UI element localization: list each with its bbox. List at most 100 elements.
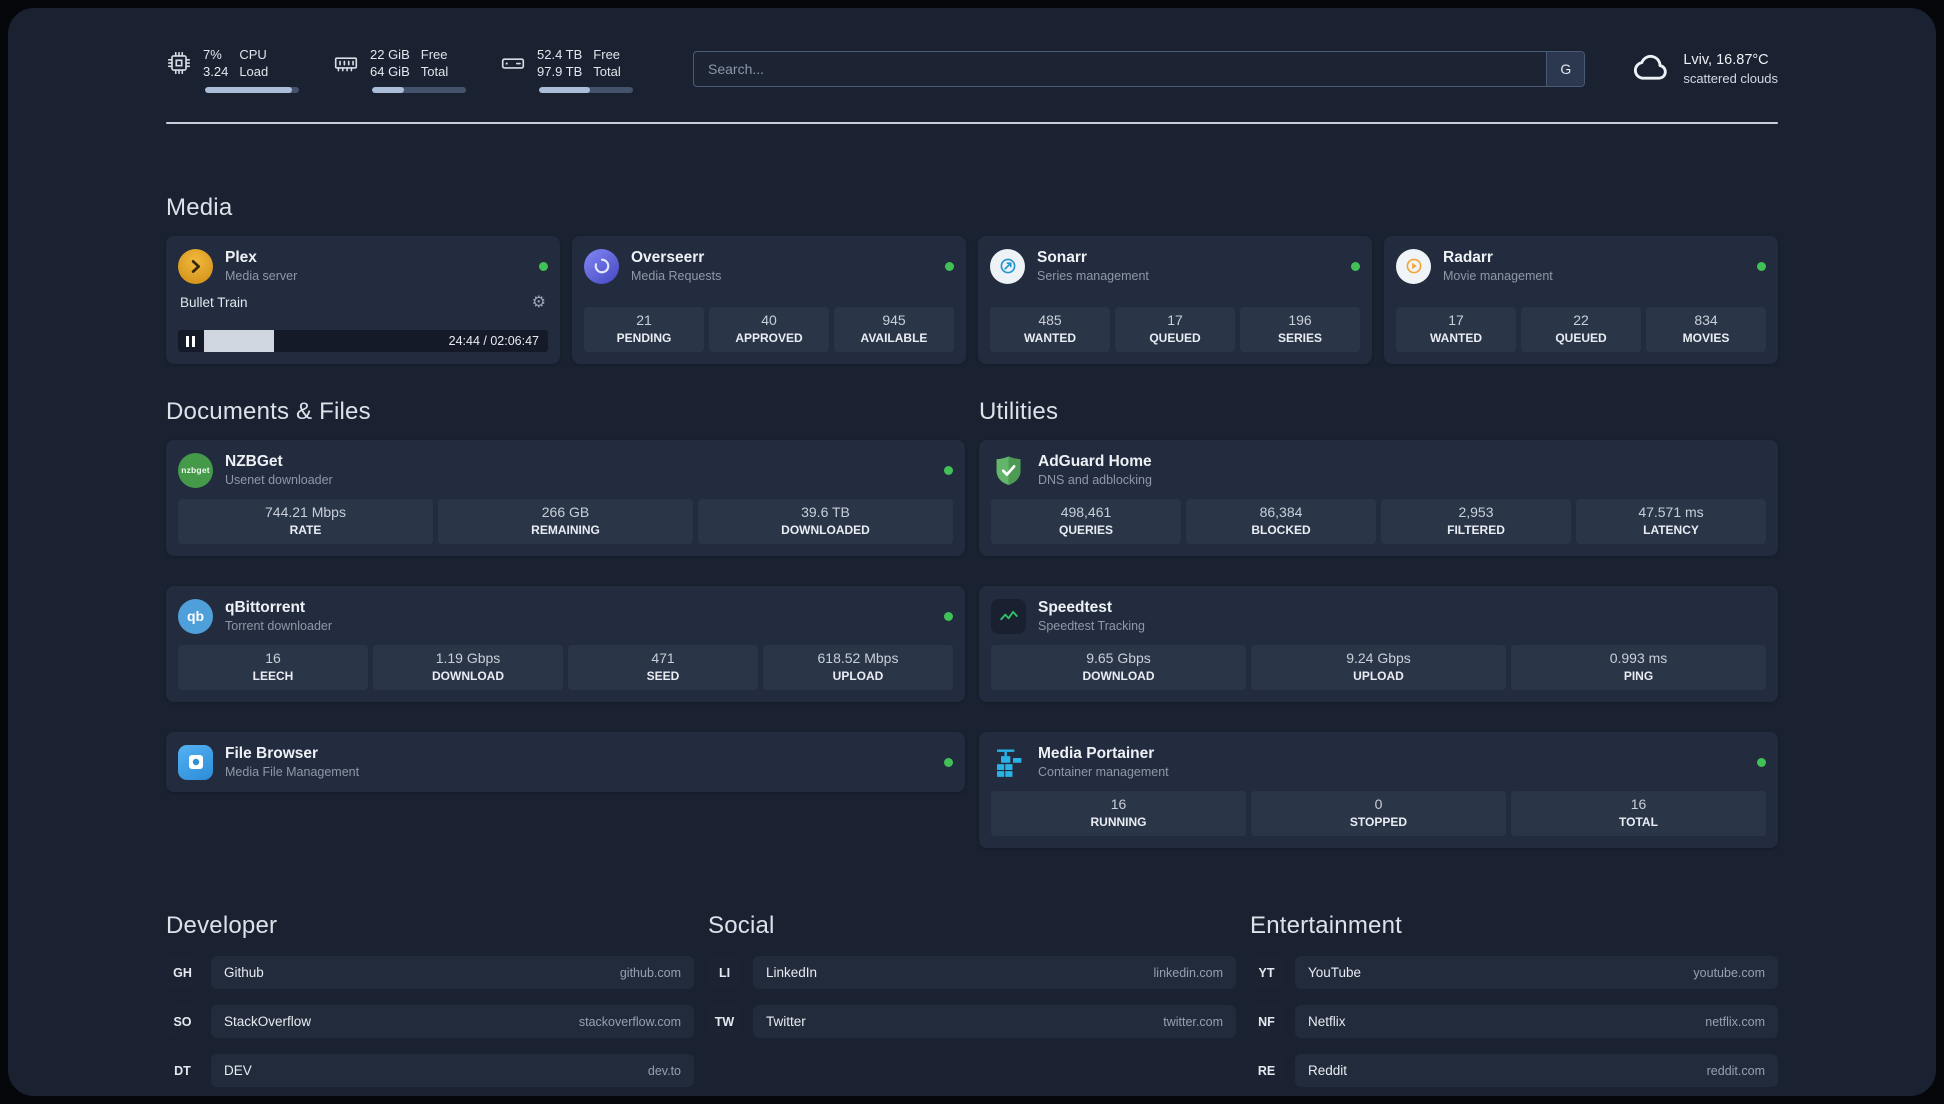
stat-leech: 16 LEECH <box>178 645 368 690</box>
memory-free-label: Free <box>420 46 448 62</box>
stackoverflow-icon: SO <box>166 1005 199 1038</box>
app-card-speedtest[interactable]: Speedtest Speedtest Tracking 9.65 Gbps D… <box>979 586 1778 702</box>
app-subtitle: Usenet downloader <box>225 473 333 487</box>
memory-free-value: 22 GiB <box>370 46 410 62</box>
memory-progress-fill <box>372 86 404 93</box>
cpu-percent-value: 7% <box>203 46 222 62</box>
linkedin-icon: LI <box>708 956 741 989</box>
app-subtitle: Media File Management <box>225 765 360 779</box>
section-heading-media: Media <box>166 194 233 221</box>
link-youtube[interactable]: YT YouTube youtube.com <box>1250 956 1778 989</box>
github-icon: GH <box>166 956 199 989</box>
pause-button[interactable] <box>186 335 195 347</box>
speedtest-icon <box>991 598 1026 634</box>
search-engine-button[interactable]: G <box>1546 52 1585 86</box>
plex-player-bar[interactable]: 24:44 / 02:06:47 <box>178 330 548 352</box>
stat-blocked: 86,384 BLOCKED <box>1186 499 1376 544</box>
plex-progress-fill <box>204 330 275 352</box>
section-entertainment: Entertainment YT YouTube youtube.com NF … <box>1250 912 1778 1087</box>
app-card-radarr[interactable]: Radarr Movie management 17 WANTED 22 QUE… <box>1384 236 1778 364</box>
link-reddit[interactable]: RE Reddit reddit.com <box>1250 1054 1778 1087</box>
gear-icon[interactable]: ⚙ <box>532 294 546 310</box>
app-name: AdGuard Home <box>1038 453 1152 470</box>
link-pill: Netflix netflix.com <box>1295 1005 1778 1038</box>
storage-free-value: 52.4 TB <box>537 46 583 62</box>
search-bar: G <box>693 51 1586 87</box>
link-netflix[interactable]: NF Netflix netflix.com <box>1250 1005 1778 1038</box>
cpu-load-label: Load <box>239 63 269 79</box>
section-utilities: Utilities AdGuard Home DNS and adblockin… <box>979 398 1778 848</box>
status-dot <box>1351 261 1360 271</box>
link-pill: LinkedIn linkedin.com <box>753 956 1236 989</box>
app-card-plex[interactable]: Plex Media server Bullet Train ⚙ 24:44 /… <box>166 236 560 364</box>
cpu-load-value: 3.24 <box>203 63 229 79</box>
app-subtitle: Media server <box>225 269 298 283</box>
section-heading-entertainment: Entertainment <box>1250 912 1403 939</box>
app-card-qbittorrent[interactable]: qb qBittorrent Torrent downloader 16 LEE… <box>166 586 965 702</box>
app-name: Sonarr <box>1037 249 1087 266</box>
stat-series: 196 SERIES <box>1240 307 1360 352</box>
link-pill: Twitter twitter.com <box>753 1005 1236 1038</box>
netflix-icon: NF <box>1250 1005 1283 1038</box>
status-dot <box>944 611 953 621</box>
system-stat-cpu: 7% 3.24 CPU Load <box>166 46 299 93</box>
link-dev[interactable]: DT DEV dev.to <box>166 1054 694 1087</box>
link-linkedin[interactable]: LI LinkedIn linkedin.com <box>708 956 1236 989</box>
system-stat-storage: 52.4 TB 97.9 TB Free Total <box>500 46 633 93</box>
section-social: Social LI LinkedIn linkedin.com TW Twitt… <box>708 912 1236 1038</box>
link-stackoverflow[interactable]: SO StackOverflow stackoverflow.com <box>166 1005 694 1038</box>
app-name: Speedtest <box>1038 599 1113 616</box>
app-card-portainer[interactable]: Media Portainer Container management 16 … <box>979 732 1778 848</box>
stat-downloaded: 39.6 TB DOWNLOADED <box>698 499 953 544</box>
app-card-nzbget[interactable]: nzbget NZBGet Usenet downloader 744.21 M… <box>166 440 965 556</box>
section-media: Media Plex Media server Bullet Train ⚙ 2… <box>166 194 1778 364</box>
section-heading-social: Social <box>708 912 775 939</box>
app-card-adguard[interactable]: AdGuard Home DNS and adblocking 498,461 … <box>979 440 1778 556</box>
dashboard-page: 7% 3.24 CPU Load 22 GiB 64 GiB Free Tota… <box>8 8 1936 1096</box>
stat-upload: 618.52 Mbps UPLOAD <box>763 645 953 690</box>
status-dot <box>1757 757 1766 767</box>
plex-now-playing-title: Bullet Train <box>180 294 248 310</box>
status-dot <box>945 261 954 271</box>
app-card-overseerr[interactable]: Overseerr Media Requests 21 PENDING 40 A… <box>572 236 966 364</box>
link-pill: Github github.com <box>211 956 694 989</box>
search-input[interactable] <box>693 51 1586 87</box>
stat-available: 945 AVAILABLE <box>834 307 954 352</box>
filebrowser-icon <box>178 744 213 780</box>
status-dot <box>1757 261 1766 271</box>
memory-total-label: Total <box>420 63 449 79</box>
sonarr-icon <box>990 248 1025 284</box>
app-subtitle: Speedtest Tracking <box>1038 619 1146 633</box>
stat-filtered: 2,953 FILTERED <box>1381 499 1571 544</box>
stat-remaining: 266 GB REMAINING <box>438 499 693 544</box>
stat-upload: 9.24 Gbps UPLOAD <box>1251 645 1506 690</box>
app-name: qBittorrent <box>225 599 306 616</box>
cpu-progress-fill <box>205 86 293 93</box>
overseerr-icon <box>584 248 619 284</box>
memory-icon <box>333 50 359 76</box>
adguard-icon <box>991 453 1026 488</box>
stat-queued: 17 QUEUED <box>1115 307 1235 352</box>
stat-download: 1.19 Gbps DOWNLOAD <box>373 645 563 690</box>
youtube-icon: YT <box>1250 956 1283 989</box>
app-subtitle: Series management <box>1037 269 1149 283</box>
cloud-icon <box>1631 49 1671 89</box>
cpu-label: CPU <box>239 46 267 62</box>
dev-icon: DT <box>166 1054 199 1087</box>
link-github[interactable]: GH Github github.com <box>166 956 694 989</box>
link-pill: StackOverflow stackoverflow.com <box>211 1005 694 1038</box>
app-name: Radarr <box>1443 249 1493 266</box>
storage-total-value: 97.9 TB <box>537 63 583 79</box>
link-twitter[interactable]: TW Twitter twitter.com <box>708 1005 1236 1038</box>
stat-wanted: 485 WANTED <box>990 307 1110 352</box>
storage-icon <box>500 50 526 76</box>
app-card-filebrowser[interactable]: File Browser Media File Management <box>166 732 965 792</box>
section-heading-utilities: Utilities <box>979 398 1059 425</box>
stat-queued: 22 QUEUED <box>1521 307 1641 352</box>
stat-pending: 21 PENDING <box>584 307 704 352</box>
section-documents: Documents & Files nzbget NZBGet Usenet d… <box>166 398 965 792</box>
portainer-icon <box>991 745 1026 780</box>
section-heading-documents: Documents & Files <box>166 398 371 425</box>
app-card-sonarr[interactable]: Sonarr Series management 485 WANTED 17 Q… <box>978 236 1372 364</box>
memory-total-value: 64 GiB <box>370 63 410 79</box>
